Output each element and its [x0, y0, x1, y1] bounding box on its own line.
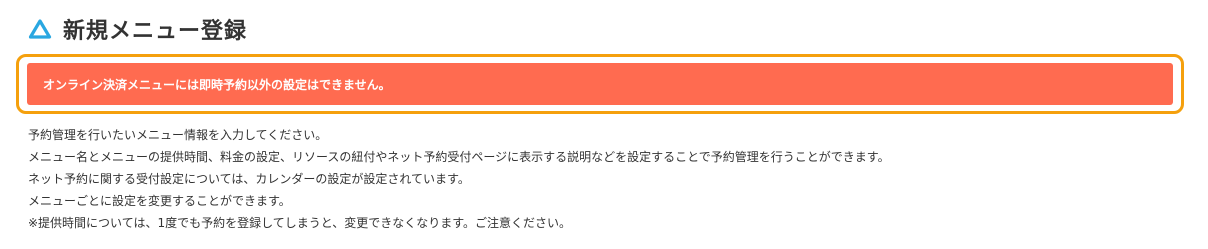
description-line: メニューごとに設定を変更することができます。	[28, 194, 291, 208]
triangle-logo-icon	[27, 17, 53, 41]
alert-highlight-frame: オンライン決済メニューには即時予約以外の設定はできません。	[16, 54, 1184, 114]
description-text: 予約管理を行いたいメニュー情報を入力してください。 メニュー名とメニューの提供時…	[28, 124, 1188, 234]
error-alert: オンライン決済メニューには即時予約以外の設定はできません。	[27, 63, 1173, 105]
description-line: ネット予約に関する受付設定については、カレンダーの設定が設定されています。	[28, 172, 470, 186]
description-line: 予約管理を行いたいメニュー情報を入力してください。	[28, 128, 328, 142]
page-header: 新規メニュー登録	[27, 13, 247, 45]
description-line: メニュー名とメニューの提供時間、料金の設定、リソースの紐付やネット予約受付ページ…	[28, 150, 890, 164]
description-line: ※提供時間については、1度でも予約を登録してしまうと、変更できなくなります。ご注…	[28, 216, 572, 230]
alert-message: オンライン決済メニューには即時予約以外の設定はできません。	[43, 77, 391, 92]
page-title: 新規メニュー登録	[63, 19, 248, 44]
